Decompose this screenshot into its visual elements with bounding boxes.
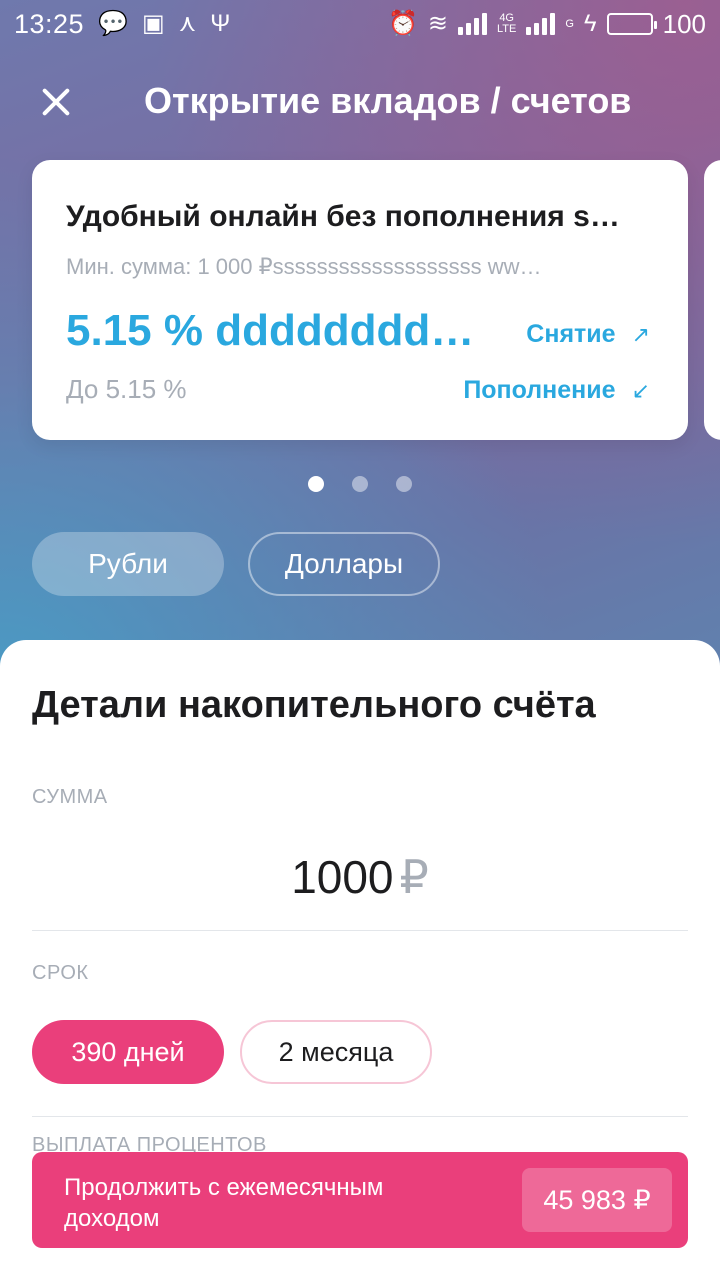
chat-icon: 💬 (98, 10, 128, 37)
currency-tab-rub[interactable]: Рубли (32, 532, 224, 596)
withdraw-label: Снятие (526, 320, 616, 348)
carousel-indicator (0, 476, 720, 492)
amount-value: 1000 (291, 851, 394, 903)
divider (32, 1116, 688, 1117)
payout-label: ВЫПЛАТА ПРОЦЕНТОВ (32, 1134, 267, 1152)
header: Открытие вкладов / счетов (0, 62, 720, 142)
currency-symbol: ₽ (399, 851, 429, 903)
continue-button[interactable]: Продолжить с ежемесячным доходом 45 983 … (32, 1152, 688, 1248)
status-bar: 13:25 💬 ▣ ⋏ Ψ ⏰ ≋ 4G LTE G ϟ 100 (0, 0, 720, 48)
amount-input[interactable]: 1000 ₽ (0, 850, 720, 904)
continue-label: Продолжить с ежемесячным доходом (64, 1174, 384, 1232)
currency-tab-usd[interactable]: Доллары (248, 532, 440, 596)
arrow-up-right-icon: ↗ (631, 321, 650, 347)
product-min-sum: Мин. сумма: 1 000 ₽sssssssssssssssssss w… (66, 254, 542, 279)
carousel-dot (352, 476, 368, 492)
amount-label: СУММА (32, 786, 108, 808)
share-icon: ⋏ (178, 10, 197, 37)
usb-icon: Ψ (210, 10, 231, 37)
product-rate: 5.15 % dddddddd… (66, 306, 475, 355)
carousel-dot (308, 476, 324, 492)
status-time: 13:25 (14, 8, 85, 39)
product-card[interactable]: Удобный онлайн без пополнения s… Мин. су… (32, 160, 688, 440)
topup-option: Пополнение ↙ (463, 376, 650, 405)
term-option-2-months[interactable]: 2 месяца (240, 1020, 432, 1084)
income-amount: 45 983 ₽ (522, 1168, 672, 1232)
wifi-icon: ≋ (427, 10, 448, 37)
alarm-icon: ⏰ (387, 10, 418, 37)
term-option-390-days[interactable]: 390 дней (32, 1020, 224, 1084)
close-icon[interactable] (36, 82, 76, 122)
charging-icon: ϟ (583, 10, 597, 37)
withdraw-option: Снятие ↗ (526, 320, 650, 349)
section-title: Детали накопительного счёта (32, 684, 596, 726)
network-type-g: G (565, 17, 574, 30)
page-title: Открытие вкладов / счетов (144, 80, 632, 121)
image-icon: ▣ (141, 10, 165, 37)
arrow-down-left-icon: ↙ (631, 377, 650, 403)
battery-level: 100 (662, 8, 706, 39)
divider (32, 930, 688, 931)
product-rate-upto: До 5.15 % (66, 374, 187, 404)
battery-icon (606, 13, 657, 35)
carousel-dot (396, 476, 412, 492)
product-name: Удобный онлайн без пополнения s… (66, 200, 620, 233)
next-product-card[interactable] (704, 160, 720, 440)
signal-icon (457, 13, 487, 35)
term-label: СРОК (32, 962, 89, 984)
topup-label: Пополнение (463, 376, 616, 404)
network-type-4g: 4G LTE (496, 12, 517, 35)
signal-icon-2 (526, 13, 556, 35)
